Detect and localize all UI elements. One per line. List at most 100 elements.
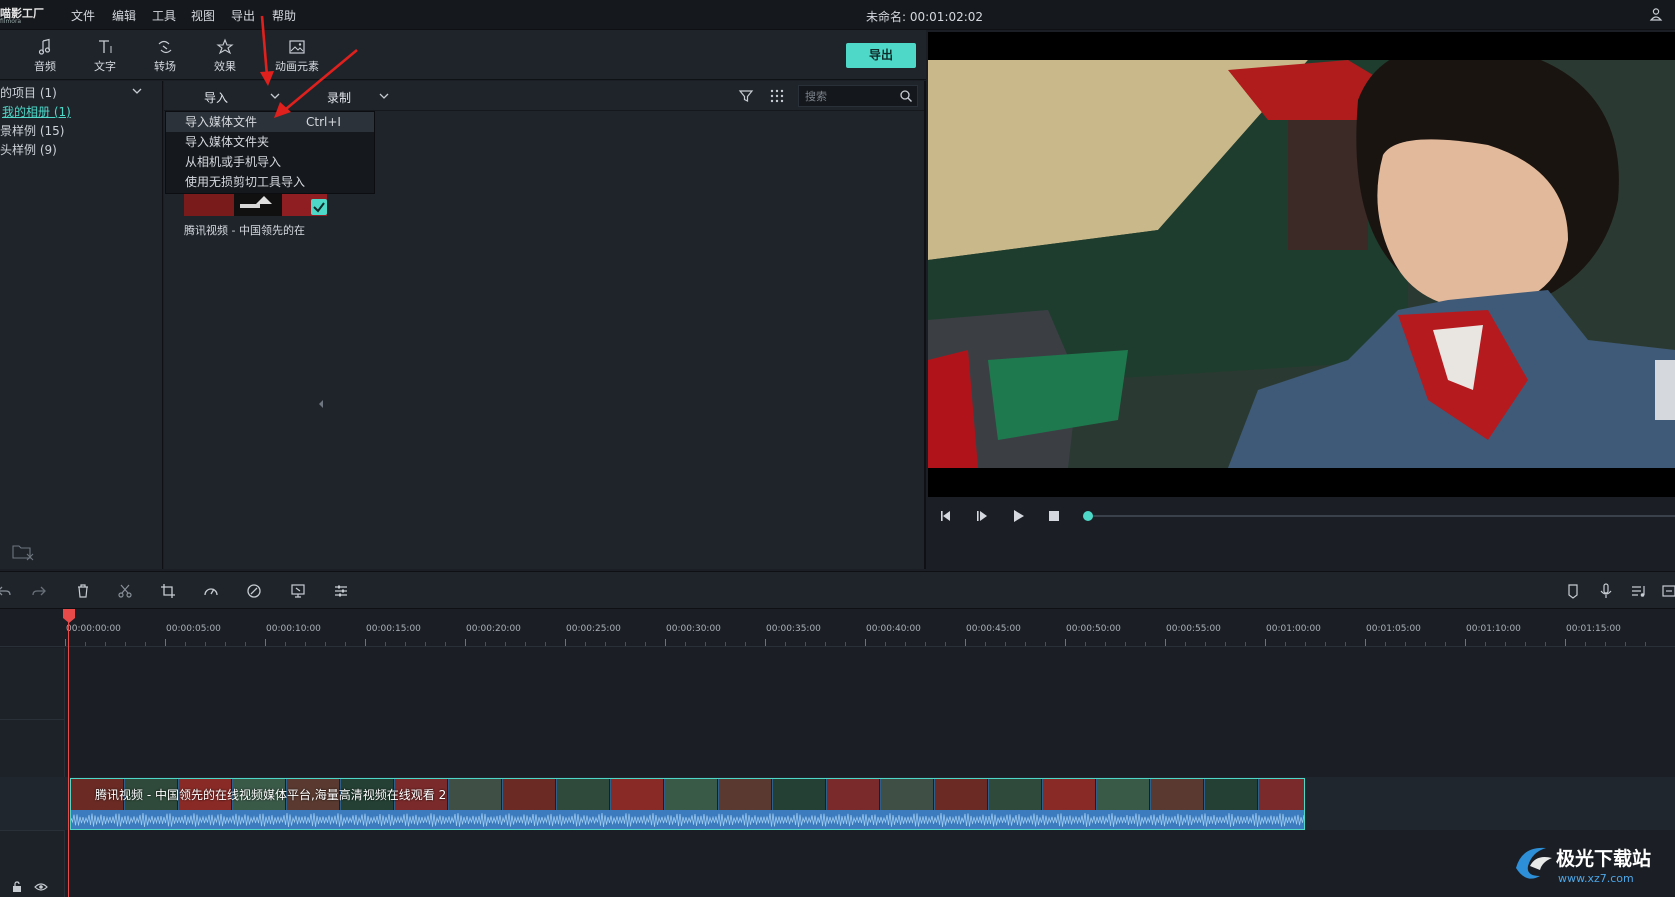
tab-text[interactable]: 文字: [80, 38, 130, 74]
timeline-toolbar: [0, 571, 1675, 609]
user-icon[interactable]: [1649, 7, 1663, 21]
filter-icon[interactable]: [738, 88, 754, 104]
clip-thumbnail-frame: [1259, 779, 1304, 810]
text-icon: [99, 40, 112, 53]
green-screen-icon[interactable]: [290, 583, 306, 599]
ruler-minor-tick: [285, 642, 286, 646]
ruler-minor-tick: [685, 642, 686, 646]
ruler-tick: [65, 639, 66, 646]
import-menu-item-camera-phone[interactable]: 从相机或手机导入: [166, 152, 374, 172]
watermark-logo-icon: [1516, 847, 1552, 879]
ruler-minor-tick: [1085, 642, 1086, 646]
ruler-minor-tick: [845, 642, 846, 646]
import-menu-item-label: 导入媒体文件夹: [185, 135, 270, 149]
speed-icon[interactable]: [203, 583, 219, 599]
playhead-line: [68, 617, 69, 897]
library-item-clip-samples[interactable]: 头样例 (9): [0, 141, 57, 158]
ruler-minor-tick: [325, 642, 326, 646]
import-menu-item-lossless-cut[interactable]: 使用无损剪切工具导入: [166, 172, 374, 192]
search-box[interactable]: [798, 85, 918, 107]
tab-transition[interactable]: 转场: [140, 38, 190, 74]
import-menu-item-label: 使用无损剪切工具导入: [185, 175, 306, 189]
transition-icon: [158, 40, 172, 54]
stop-icon[interactable]: [1046, 508, 1062, 524]
ruler-minor-tick: [1285, 642, 1286, 646]
search-input[interactable]: [805, 88, 893, 104]
app-logo-sub: filmora: [0, 18, 22, 25]
export-button[interactable]: 导出: [846, 43, 916, 68]
library-item-background-samples[interactable]: 景样例 (15): [0, 122, 64, 139]
ruler-minor-tick: [1225, 642, 1226, 646]
scissors-icon[interactable]: [117, 583, 133, 599]
progress-bar[interactable]: [1088, 515, 1675, 517]
grid-view-icon[interactable]: [769, 88, 785, 104]
ruler-label: 00:00:20:00: [466, 624, 521, 634]
clip-thumbnail-frame: [611, 779, 664, 810]
ruler-minor-tick: [1025, 642, 1026, 646]
ruler-minor-tick: [725, 642, 726, 646]
player-controls: [928, 500, 1675, 540]
undo-icon[interactable]: [0, 583, 12, 599]
clip-thumbnail-frame: [1151, 779, 1204, 810]
ruler-label: 00:00:15:00: [366, 624, 421, 634]
menu-tools[interactable]: 工具: [152, 7, 176, 24]
delete-folder-icon[interactable]: [12, 543, 34, 561]
ruler-tick: [1265, 639, 1266, 646]
ruler-minor-tick: [1185, 642, 1186, 646]
check-icon: [311, 199, 327, 215]
timeline-ruler[interactable]: 00:00:00:00 00:00:05:00 00:00:10:00 00:00:1…: [0, 609, 1675, 647]
clip-thumbnail-frame: [557, 779, 610, 810]
ruler-tick: [465, 639, 466, 646]
crop-icon[interactable]: [160, 583, 176, 599]
import-menu-item-media-folder[interactable]: 导入媒体文件夹: [166, 132, 374, 152]
ruler-minor-tick: [185, 642, 186, 646]
clip-thumbnail-frame: [503, 779, 556, 810]
media-clip-thumbnail[interactable]: [184, 194, 327, 216]
eye-icon[interactable]: [34, 881, 48, 893]
adjust-icon[interactable]: [333, 583, 349, 599]
library-item-project[interactable]: 的项目 (1): [0, 84, 57, 101]
ruler-tick: [665, 639, 666, 646]
ruler-label: 00:00:40:00: [866, 624, 921, 634]
ruler-minor-tick: [605, 642, 606, 646]
previous-frame-icon[interactable]: [938, 508, 954, 524]
track-divider: [0, 830, 65, 831]
chevron-down-icon[interactable]: [131, 86, 143, 96]
clip-thumbnail-frame: [665, 779, 718, 810]
video-screen[interactable]: [928, 32, 1675, 497]
ruler-minor-tick: [1445, 642, 1446, 646]
menu-view[interactable]: 视图: [191, 7, 215, 24]
zoom-fit-icon[interactable]: [1661, 583, 1675, 599]
menu-file[interactable]: 文件: [71, 7, 95, 24]
menu-edit[interactable]: 编辑: [112, 7, 136, 24]
tab-audio[interactable]: 音频: [20, 38, 70, 74]
library-item-album[interactable]: 我的相册 (1): [2, 103, 71, 120]
tab-effects[interactable]: 效果: [200, 38, 250, 74]
ruler-minor-tick: [785, 642, 786, 646]
ruler-tick: [565, 639, 566, 646]
search-icon[interactable]: [899, 89, 913, 103]
clip-thumbnail-frame: [773, 779, 826, 810]
unlock-icon[interactable]: [10, 881, 24, 893]
microphone-icon[interactable]: [1598, 583, 1614, 599]
progress-knob[interactable]: [1083, 511, 1093, 521]
import-button[interactable]: 导入: [204, 89, 228, 106]
ruler-minor-tick: [305, 642, 306, 646]
next-frame-icon[interactable]: [974, 508, 990, 524]
ruler-minor-tick: [485, 642, 486, 646]
ruler-label: 00:01:15:00: [1566, 624, 1621, 634]
track-headers: [0, 648, 65, 897]
timeline-clip[interactable]: 腾讯视频 - 中国领先的在线视频媒体平台,海量高清视频在线观看 2: [70, 778, 1305, 830]
trash-icon[interactable]: [75, 583, 91, 599]
color-icon[interactable]: [246, 583, 262, 599]
ruler-minor-tick: [1405, 642, 1406, 646]
marker-icon[interactable]: [1565, 583, 1581, 599]
audio-mixer-icon[interactable]: [1631, 583, 1647, 599]
playhead-handle[interactable]: [63, 609, 75, 623]
record-chevron-down-icon[interactable]: [378, 91, 390, 101]
play-icon[interactable]: [1010, 508, 1026, 524]
ruler-label: 00:00:45:00: [966, 624, 1021, 634]
collapse-panel-icon[interactable]: [318, 399, 324, 409]
redo-icon[interactable]: [31, 583, 47, 599]
timeline-tracks: 腾讯视频 - 中国领先的在线视频媒体平台,海量高清视频在线观看 2: [0, 648, 1675, 897]
